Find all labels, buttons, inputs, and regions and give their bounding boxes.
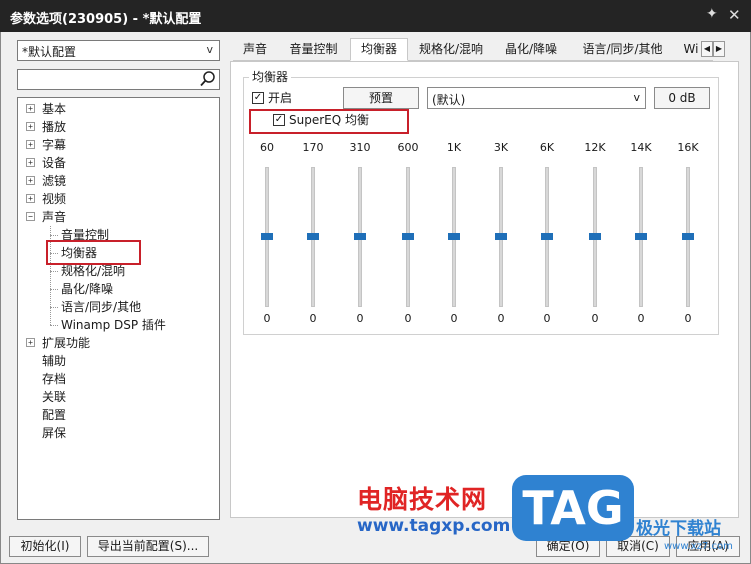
tab-bar: 声音 音量控制 均衡器 规格化/混响 晶化/降噪 语言/同步/其他 Wi xyxy=(233,38,713,61)
tab-item[interactable]: 规格化/混响 xyxy=(410,39,492,60)
profile-select-value: *默认配置 xyxy=(22,45,77,59)
tree-connector xyxy=(50,325,58,326)
enable-check-icon: ✓ xyxy=(252,92,264,104)
tree-item[interactable]: 扩展功能 xyxy=(42,334,90,352)
band-value-label: 0 xyxy=(543,312,551,325)
band-slider-thumb[interactable] xyxy=(589,233,601,240)
tab-item[interactable]: 语言/同步/其他 xyxy=(570,39,675,60)
tree-item[interactable]: 屏保 xyxy=(42,424,66,442)
tree-item[interactable]: 配置 xyxy=(42,406,66,424)
band-frequency-label: 60 xyxy=(260,141,274,154)
band-frequency-label: 170 xyxy=(302,141,324,154)
band-value-label: 0 xyxy=(497,312,505,325)
band-slider-thumb[interactable] xyxy=(495,233,507,240)
band-slider-thumb[interactable] xyxy=(448,233,460,240)
enable-label: 开启 xyxy=(268,91,293,105)
equalizer-group-title: 均衡器 xyxy=(249,68,292,85)
watermark-site: 极光下载站 xyxy=(636,519,721,539)
watermark-text: 电脑技术网 xyxy=(357,485,488,514)
settings-tree: + 基本 + 播放 + 字幕 + 设备 + 滤镜 + 视频 − 声音 音量控制 均衡器 规格化/混响 晶化/降噪语… xyxy=(17,97,220,520)
close-icon[interactable]: ✕ xyxy=(728,6,741,24)
tree-expander-icon[interactable]: + xyxy=(26,104,35,113)
band-value-label: 0 xyxy=(309,312,317,325)
band-slider-thumb[interactable] xyxy=(682,233,694,240)
export-button[interactable]: 导出当前配置(S)... xyxy=(87,536,209,557)
title-bar: 参数选项(230905) - *默认配置 ✦ ✕ xyxy=(0,0,751,32)
tree-item[interactable]: 语言/同步/其他 xyxy=(61,298,141,316)
tree-item[interactable]: 滤镜 xyxy=(42,172,66,190)
band-frequency-label: 14K xyxy=(630,141,652,154)
reset-button[interactable]: 初始化(I) xyxy=(9,536,81,557)
tree-expander-icon[interactable]: + xyxy=(26,176,35,185)
watermark-site-url: www.xz7.com xyxy=(664,541,733,552)
preset-select-value: (默认) xyxy=(432,93,466,107)
tab-scroll-right-icon[interactable]: ▶ xyxy=(713,41,725,57)
chevron-down-icon: v xyxy=(633,91,640,104)
tree-highlight xyxy=(46,240,141,265)
band-frequency-label: 6K xyxy=(539,141,555,154)
watermark-logo: TAG xyxy=(512,475,634,541)
supereq-highlight xyxy=(249,109,409,134)
profile-select[interactable]: *默认配置 v xyxy=(17,40,220,61)
band-frequency-label: 16K xyxy=(677,141,699,154)
search-icon[interactable] xyxy=(199,70,217,88)
tree-item[interactable]: 基本 xyxy=(42,100,66,118)
band-value-label: 0 xyxy=(637,312,645,325)
tree-expander-icon[interactable]: + xyxy=(26,158,35,167)
band-value-label: 0 xyxy=(684,312,692,325)
tree-item[interactable]: 晶化/降噪 xyxy=(61,280,113,298)
chevron-down-icon: v xyxy=(206,43,213,56)
tree-item[interactable]: 视频 xyxy=(42,190,66,208)
tree-connector xyxy=(50,235,58,236)
tree-item[interactable]: 辅助 xyxy=(42,352,66,370)
band-slider-thumb[interactable] xyxy=(307,233,319,240)
tree-item[interactable]: Winamp DSP 插件 xyxy=(61,316,166,334)
tree-expander-icon[interactable]: + xyxy=(26,140,35,149)
band-value-label: 0 xyxy=(450,312,458,325)
tab-item[interactable]: 声音 xyxy=(233,39,277,60)
tree-connector xyxy=(50,271,58,272)
tree-connector xyxy=(50,307,58,308)
band-slider-thumb[interactable] xyxy=(354,233,366,240)
tab-scroll-left-icon[interactable]: ◀ xyxy=(701,41,713,57)
band-frequency-label: 600 xyxy=(397,141,419,154)
gain-button[interactable]: 0 dB xyxy=(654,87,710,109)
tree-expander-icon[interactable]: + xyxy=(26,338,35,347)
enable-checkbox[interactable]: ✓ 开启 xyxy=(252,90,302,106)
tree-item[interactable]: 播放 xyxy=(42,118,66,136)
band-slider-thumb[interactable] xyxy=(402,233,414,240)
pin-icon[interactable]: ✦ xyxy=(706,6,718,22)
tree-item[interactable]: 字幕 xyxy=(42,136,66,154)
band-frequency-label: 310 xyxy=(349,141,371,154)
tree-item[interactable]: 关联 xyxy=(42,388,66,406)
band-value-label: 0 xyxy=(263,312,271,325)
watermark-url: www.tagxp.com xyxy=(357,516,511,536)
band-value-label: 0 xyxy=(356,312,364,325)
band-slider-thumb[interactable] xyxy=(635,233,647,240)
band-frequency-label: 1K xyxy=(446,141,462,154)
tree-item[interactable]: 设备 xyxy=(42,154,66,172)
tree-item[interactable]: 声音 xyxy=(42,208,66,226)
band-slider-thumb[interactable] xyxy=(261,233,273,240)
band-frequency-label: 12K xyxy=(584,141,606,154)
band-slider-thumb[interactable] xyxy=(541,233,553,240)
band-frequency-label: 3K xyxy=(493,141,509,154)
band-value-label: 0 xyxy=(591,312,599,325)
tab-item[interactable]: 均衡器 xyxy=(350,38,408,61)
window-title: 参数选项(230905) - *默认配置 xyxy=(10,12,202,27)
tree-expander-icon[interactable]: − xyxy=(26,212,35,221)
tree-connector xyxy=(50,289,58,290)
preset-button[interactable]: 预置 xyxy=(343,87,419,109)
tab-item[interactable]: 音量控制 xyxy=(278,39,349,60)
tree-item[interactable]: 存档 xyxy=(42,370,66,388)
band-value-label: 0 xyxy=(404,312,412,325)
tab-item[interactable]: 晶化/降噪 xyxy=(493,39,569,60)
tree-expander-icon[interactable]: + xyxy=(26,122,35,131)
tree-expander-icon[interactable]: + xyxy=(26,194,35,203)
search-input[interactable] xyxy=(17,69,220,90)
preset-select[interactable]: (默认) v xyxy=(427,87,646,109)
